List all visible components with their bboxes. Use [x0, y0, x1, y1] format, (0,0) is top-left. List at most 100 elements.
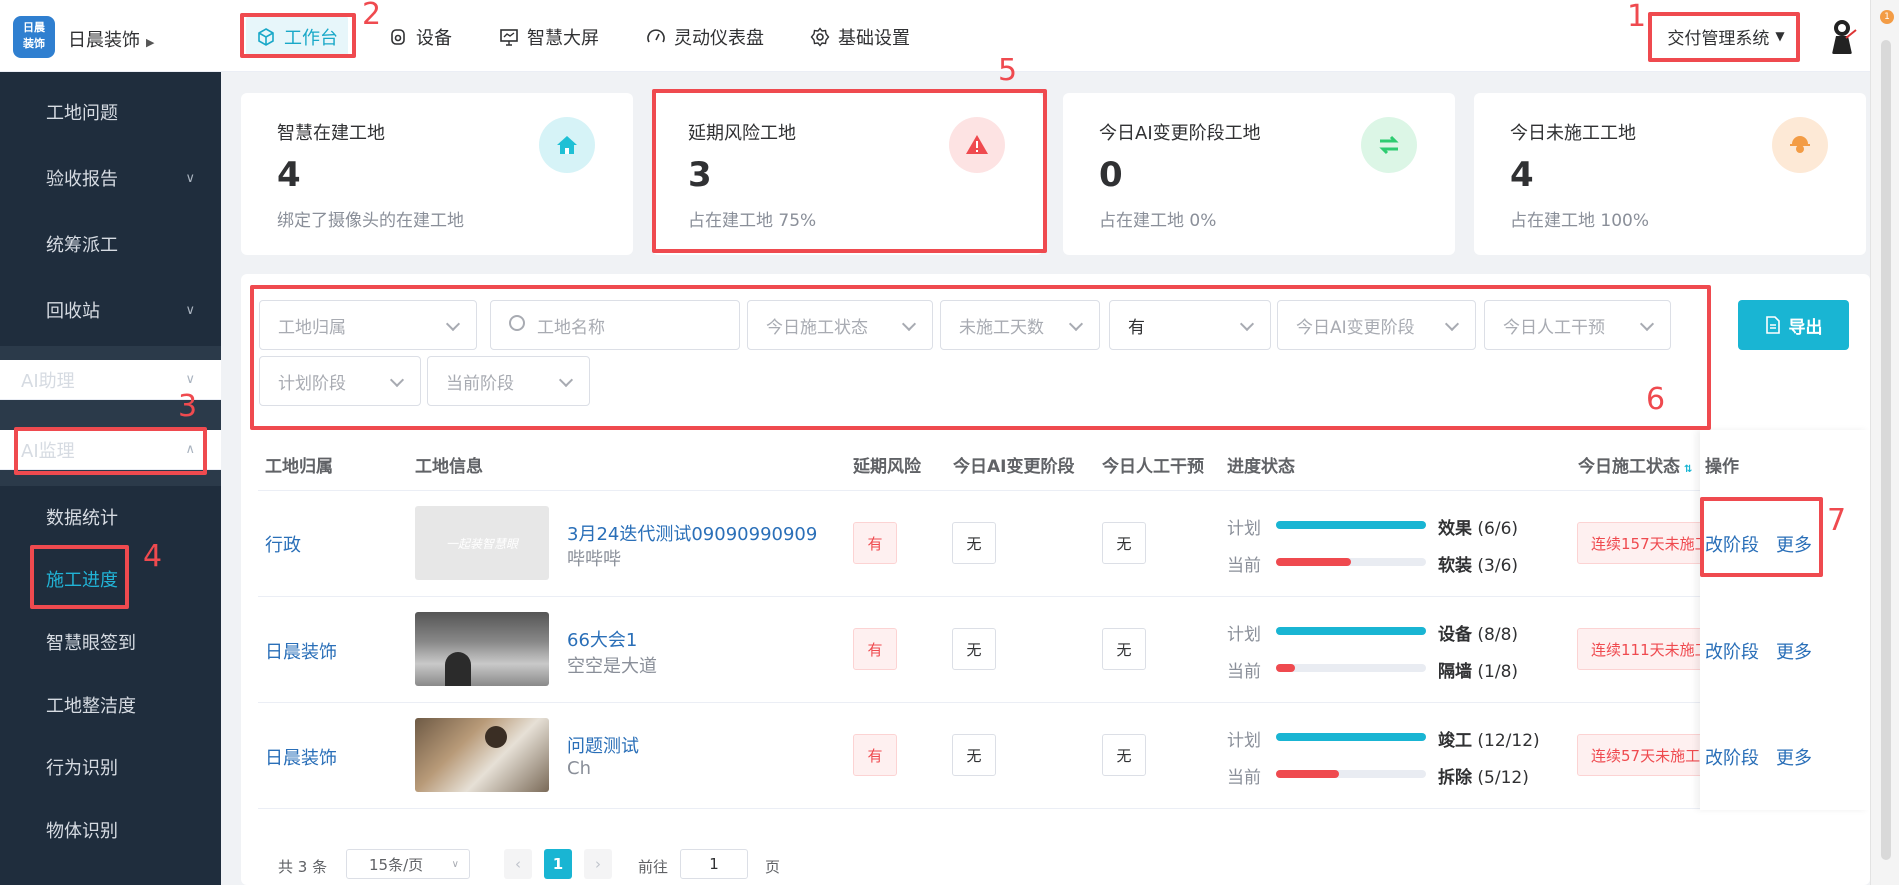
plan-label: 计划: [1227, 519, 1261, 539]
sidebar-item-label: 工地问题: [46, 103, 118, 124]
current-count: (5/12): [1477, 768, 1529, 788]
current-label: 当前: [1227, 768, 1261, 788]
site-thumbnail[interactable]: 一起装智慧眼: [415, 506, 549, 580]
filter-manual-placeholder: 今日人工干预: [1503, 317, 1605, 338]
sidebar-item-label: 工地整洁度: [46, 696, 136, 717]
company-logo[interactable]: 日晨 装饰: [13, 16, 55, 58]
sidebar-item-tidiness[interactable]: 工地整洁度: [0, 685, 221, 725]
sidebar-item-acceptance[interactable]: 验收报告 ∨: [0, 158, 221, 198]
filter-belong-placeholder: 工地归属: [278, 317, 346, 338]
sidebar-item-dispatch[interactable]: 统筹派工: [0, 224, 221, 264]
filter-ai-change[interactable]: 今日AI变更阶段: [1277, 300, 1476, 350]
stat-card-idle-sites[interactable]: 今日未施工工地 4 占在建工地 100%: [1474, 93, 1866, 255]
home-icon: [539, 117, 595, 173]
filter-current-stage[interactable]: 当前阶段: [427, 356, 590, 406]
gear-icon: [810, 27, 830, 47]
more-link[interactable]: 更多: [1776, 744, 1812, 770]
card-value: 0: [1099, 155, 1123, 195]
delay-risk-tag: 有: [853, 734, 897, 776]
annotation-number: 2: [362, 0, 382, 32]
manual-tag: 无: [1102, 628, 1146, 670]
nav-settings[interactable]: 基础设置: [810, 16, 910, 58]
prev-page-button[interactable]: ‹: [504, 849, 532, 879]
sidebar-item-site-issues[interactable]: 工地问题: [0, 92, 221, 132]
site-thumbnail[interactable]: [415, 612, 549, 686]
sidebar: 工地问题 验收报告 ∨ 统筹派工 回收站 ∨ AI助理 ∨ AI监理 ∧ 数据统计 施工…: [0, 72, 221, 885]
change-stage-link[interactable]: 改阶段: [1705, 531, 1759, 557]
nav-workbench[interactable]: 工作台: [246, 16, 348, 58]
card-subtitle: 占在建工地 100%: [1510, 211, 1650, 231]
system-select[interactable]: 交付管理系统 ▼: [1655, 14, 1797, 58]
sort-icon: ⇅: [1684, 464, 1693, 475]
col-header-today-status[interactable]: 今日施工状态 ⇅: [1578, 452, 1692, 477]
current-count: (1/8): [1477, 662, 1519, 682]
today-status-tag: 连续111天未施工: [1577, 628, 1704, 670]
site-name-link[interactable]: 3月24迭代测试09090990909: [567, 520, 817, 546]
change-stage-link[interactable]: 改阶段: [1705, 638, 1759, 664]
col-header-ai-change: 今日AI变更阶段: [953, 457, 1075, 477]
chevron-left-icon: ‹: [515, 855, 521, 873]
sidebar-item-label: 验收报告: [46, 169, 118, 190]
document-icon: [1765, 316, 1780, 334]
filter-name-input[interactable]: 工地名称: [490, 300, 740, 350]
filter-plan-stage[interactable]: 计划阶段: [259, 356, 421, 406]
row-owner[interactable]: 日晨装饰: [265, 638, 337, 664]
stat-card-smart-sites[interactable]: 智慧在建工地 4 绑定了摄像头的在建工地: [241, 93, 633, 255]
divider: [258, 596, 1852, 597]
chevron-down-icon: ∨: [185, 372, 195, 387]
goto-page-input[interactable]: 1: [680, 849, 748, 879]
more-link[interactable]: 更多: [1776, 638, 1812, 664]
current-stage: 软装: [1438, 556, 1472, 576]
current-progress-fill: [1276, 664, 1295, 672]
sidebar-item-behavior[interactable]: 行为识别: [0, 747, 221, 787]
swap-icon: [1361, 117, 1417, 173]
current-progress-bar: [1276, 558, 1426, 566]
filter-belong[interactable]: 工地归属: [259, 300, 477, 350]
filter-status[interactable]: 今日施工状态: [747, 300, 933, 350]
divider: [258, 490, 1852, 491]
sidebar-item-checkin[interactable]: 智慧眼签到: [0, 622, 221, 662]
goto-label: 前往: [638, 858, 669, 876]
filter-has[interactable]: 有: [1109, 300, 1271, 350]
annotation-number: 3: [178, 389, 198, 424]
nav-label: 工作台: [284, 28, 338, 49]
site-name-link[interactable]: 问题测试: [567, 732, 639, 758]
change-stage-link[interactable]: 改阶段: [1705, 744, 1759, 770]
plan-label: 计划: [1227, 625, 1261, 645]
ai-change-tag: 无: [952, 522, 996, 564]
filter-status-placeholder: 今日施工状态: [766, 317, 868, 338]
browser-scrollbar[interactable]: 1: [1870, 0, 1899, 885]
nav-device[interactable]: 设备: [388, 16, 452, 58]
sidebar-item-label: 统筹派工: [46, 235, 118, 256]
nav-dashboard[interactable]: 灵动仪表盘: [646, 16, 764, 58]
filter-manual[interactable]: 今日人工干预: [1484, 300, 1671, 350]
next-page-button[interactable]: ›: [584, 849, 612, 879]
scroll-thumb[interactable]: [1881, 40, 1891, 860]
filter-days[interactable]: 未施工天数: [940, 300, 1100, 350]
export-button[interactable]: 导出: [1738, 300, 1849, 350]
sidebar-item-objects[interactable]: 物体识别: [0, 810, 221, 850]
operation-column: 操作 改阶段 更多 改阶段 更多 改阶段 更多: [1700, 430, 1870, 810]
row-owner[interactable]: 日晨装饰: [265, 744, 337, 770]
stat-card-ai-change[interactable]: 今日AI变更阶段工地 0 占在建工地 0%: [1063, 93, 1455, 255]
chevron-down-icon: ∨: [185, 170, 195, 186]
more-link[interactable]: 更多: [1776, 531, 1812, 557]
notification-badge: 1: [1880, 10, 1894, 24]
sidebar-group-ai-supervision[interactable]: AI监理 ∧: [0, 430, 221, 470]
filter-ai-change-placeholder: 今日AI变更阶段: [1296, 317, 1415, 338]
row-owner[interactable]: 行政: [265, 531, 301, 557]
warning-icon: [949, 117, 1005, 173]
stat-card-delay-risk[interactable]: 延期风险工地 3 占在建工地 75%: [652, 93, 1043, 255]
sidebar-item-label: 智慧眼签到: [46, 633, 136, 654]
sidebar-item-data-stats[interactable]: 数据统计: [0, 497, 221, 537]
site-name-link[interactable]: 66大会1: [567, 626, 637, 652]
annotation-number: 4: [143, 539, 163, 574]
sidebar-item-progress[interactable]: 施工进度: [0, 559, 221, 599]
avatar[interactable]: [1822, 16, 1862, 56]
nav-big-screen[interactable]: 智慧大屏: [499, 16, 599, 58]
company-switcher[interactable]: 日晨装饰 ▶: [68, 26, 154, 52]
sidebar-item-recycle-bin[interactable]: 回收站 ∨: [0, 290, 221, 330]
page-number-current[interactable]: 1: [544, 849, 572, 879]
page-size-select[interactable]: 15条/页 ∨: [346, 849, 470, 879]
site-thumbnail[interactable]: [415, 718, 549, 792]
